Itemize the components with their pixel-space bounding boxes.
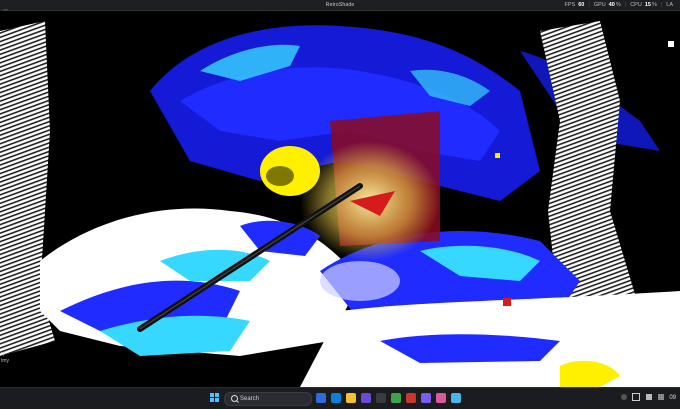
hud-divider: | [588,2,590,8]
latency-label: LA [666,2,673,8]
cpu-unit: % [651,2,657,8]
wifi-icon[interactable] [632,393,641,402]
battery-icon[interactable] [657,394,664,401]
fps-value: 60 [578,2,585,8]
background-text-line: tmy [1,358,10,364]
background-window-text: ry tmy [1,351,9,365]
performance-overlay: FPS 60 | GPU 40% | CPU 15% | LA [565,0,676,10]
hud-divider: | [624,2,627,8]
gpu-unit: % [615,2,621,8]
hud-divider: | [660,2,663,8]
fps-label: FPS [564,2,576,8]
search-placeholder: Search [240,396,260,402]
app-icon[interactable] [421,393,431,403]
gpu-label: GPU [593,2,606,8]
app-icon[interactable] [436,393,446,403]
app-icon[interactable] [391,393,401,403]
app-icon[interactable] [406,393,416,403]
cpu-value: 15 [644,2,651,8]
file-explorer-icon[interactable] [346,393,356,403]
game-render [0,11,680,387]
taskbar-search-box[interactable]: Search [224,392,312,406]
app-icon[interactable] [451,393,461,403]
system-tray: 09 [617,388,676,409]
title-bar: RetroShade FPS 60 | GPU 40% | CPU 15% | LA [0,0,680,14]
cpu-label: CPU [630,2,642,8]
search-icon [231,395,238,402]
game-viewport[interactable]: ry tmy [0,11,680,387]
edge-browser-icon[interactable] [331,393,341,403]
gpu-value: 40 [608,2,615,8]
app-icon[interactable] [376,393,386,403]
task-view-icon[interactable] [316,393,326,403]
taskbar: Search 09 [0,387,680,409]
background-text-line: ry [1,351,6,357]
volume-icon[interactable] [645,394,652,401]
chevron-up-icon[interactable] [620,394,627,401]
windows-start-icon[interactable] [210,393,220,403]
clock-text[interactable]: 09 [669,395,676,401]
app-icon[interactable] [361,393,371,403]
